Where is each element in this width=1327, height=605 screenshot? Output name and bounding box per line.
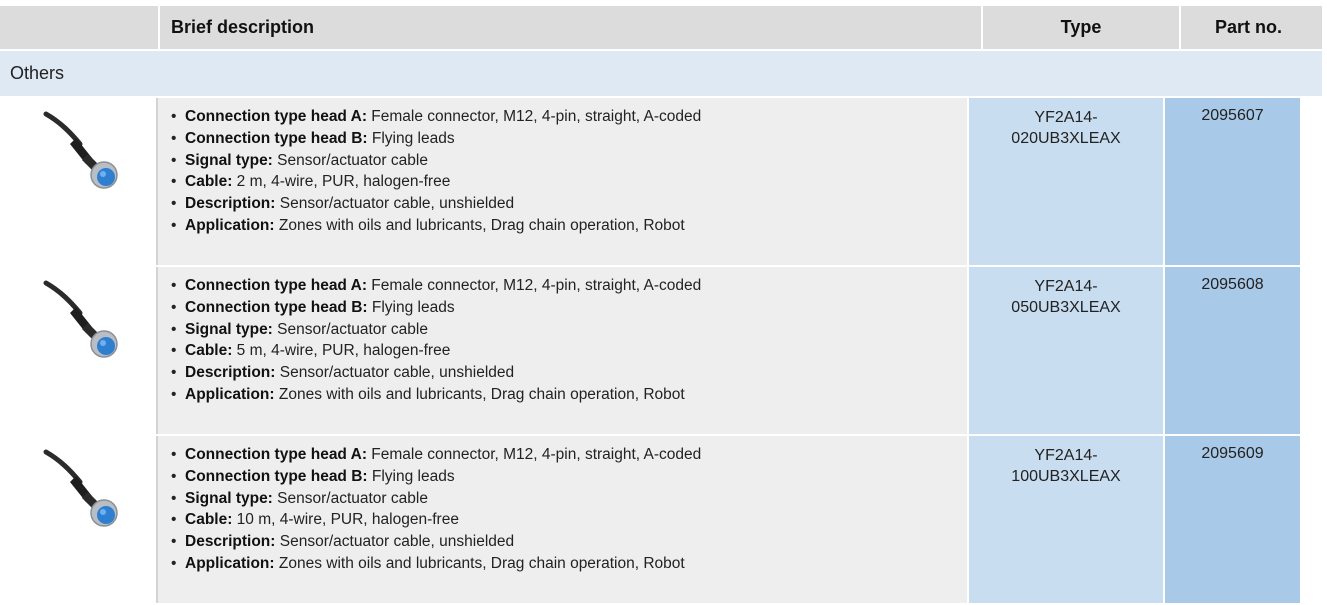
type-cell: YF2A14- 100UB3XLEAX [969, 436, 1165, 603]
spec-item: • Connection type head A: Female connecto… [171, 277, 702, 294]
table-header: Brief description Type Part no. [0, 6, 1322, 51]
part-no-cell: 2095607 [1165, 98, 1300, 265]
product-table: Brief description Type Part no. Others •… [0, 6, 1322, 605]
spec-item: • Cable: 10 m, 4-wire, PUR, halogen-free [171, 511, 459, 529]
type-line-1: YF2A14- [1034, 447, 1098, 464]
spec-item: • Description: Sensor/actuator cable, uns… [171, 533, 515, 551]
header-part-no: Part no. [1214, 17, 1282, 37]
header-type: Type [983, 6, 1181, 49]
part-number: 2095607 [1201, 107, 1264, 124]
part-number: 2095609 [1201, 445, 1264, 462]
spec-item: • Application: Zones with oils and lubric… [171, 554, 685, 572]
type-line-2: 020UB3XLEAX [1011, 130, 1121, 147]
product-image-cell [0, 436, 158, 603]
spec-item: • Connection type head B: Flying leads [171, 298, 455, 316]
spec-item: • Connection type head A: Female connecto… [171, 108, 702, 125]
spec-item: • Description: Sensor/actuator cable, uns… [171, 364, 515, 382]
part-no-cell: 2095608 [1165, 267, 1300, 434]
product-image-cell [0, 267, 158, 434]
spec-list: • Connection type head A: Female connecto… [158, 444, 967, 575]
spec-item: • Connection type head B: Flying leads [171, 129, 455, 147]
spec-item: • Signal type: Sensor/actuator cable [171, 151, 428, 169]
cable-connector-icon [43, 449, 118, 527]
type-line-2: 100UB3XLEAX [1011, 468, 1121, 485]
spec-item: • Description: Sensor/actuator cable, uns… [171, 195, 515, 213]
brief-description-cell: • Connection type head A: Female connecto… [158, 98, 969, 265]
spec-item: • Application: Zones with oils and lubric… [171, 385, 685, 403]
brief-description-cell: • Connection type head A: Female connecto… [158, 267, 969, 434]
spec-list: • Connection type head A: Female connecto… [158, 275, 967, 406]
spec-item: • Signal type: Sensor/actuator cable [171, 489, 428, 507]
header-brief-description: Brief description [160, 6, 983, 49]
type-cell: YF2A14- 050UB3XLEAX [969, 267, 1165, 434]
type-cell: YF2A14- 020UB3XLEAX [969, 98, 1165, 265]
part-number: 2095608 [1201, 276, 1264, 293]
product-image-cell [0, 98, 158, 265]
table-row: • Connection type head A: Female connecto… [0, 436, 1322, 605]
spec-item: • Cable: 2 m, 4-wire, PUR, halogen-free [171, 173, 451, 191]
cable-connector-icon [43, 111, 118, 189]
spec-item: • Signal type: Sensor/actuator cable [171, 320, 428, 338]
cable-connector-icon [43, 280, 118, 358]
part-no-cell: 2095609 [1165, 436, 1300, 603]
spec-list: • Connection type head A: Female connecto… [158, 106, 967, 237]
group-label: Others [10, 63, 65, 83]
header-image-column [0, 6, 160, 49]
table-row: • Connection type head A: Female connecto… [0, 98, 1322, 267]
spec-item: • Cable: 5 m, 4-wire, PUR, halogen-free [171, 342, 451, 360]
table-row: • Connection type head A: Female connecto… [0, 267, 1322, 436]
type-line-2: 050UB3XLEAX [1011, 299, 1121, 316]
spec-item: • Connection type head A: Female connecto… [171, 446, 702, 463]
spec-item: • Application: Zones with oils and lubric… [171, 216, 685, 234]
spec-item: • Connection type head B: Flying leads [171, 467, 455, 485]
type-line-1: YF2A14- [1034, 278, 1098, 295]
group-row-others: Others [0, 51, 1322, 98]
type-line-1: YF2A14- [1034, 109, 1098, 126]
brief-description-cell: • Connection type head A: Female connecto… [158, 436, 969, 603]
